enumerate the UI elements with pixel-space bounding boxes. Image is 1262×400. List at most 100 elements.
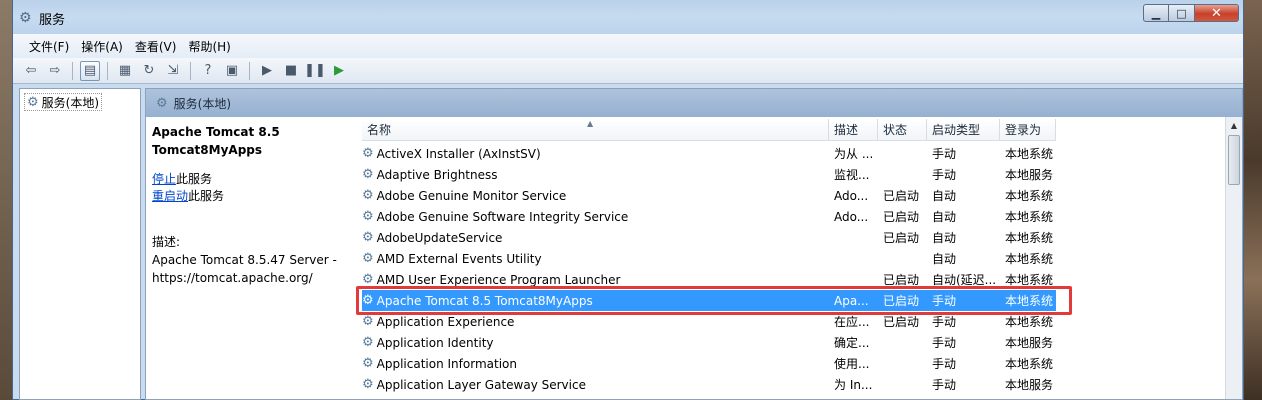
cell-name: ⚙ Adobe Genuine Monitor Service bbox=[362, 189, 829, 203]
service-name-line1: Apache Tomcat 8.5 bbox=[152, 125, 280, 139]
table-row[interactable]: ⚙ ActiveX Installer (AxInstSV) 为从 ... 手动 本地系… bbox=[362, 143, 1056, 164]
help-icon[interactable]: ? bbox=[198, 61, 218, 81]
table-row[interactable]: ⚙ AMD External Events Utility 自动 本地系统 bbox=[362, 248, 1056, 269]
menu-file[interactable]: 文件(F) bbox=[23, 38, 75, 55]
window-controls: ▁ □ ✕ bbox=[1143, 4, 1239, 22]
cell-startup-type: 手动 bbox=[932, 315, 957, 329]
cell-name: ⚙ AMD External Events Utility bbox=[362, 252, 829, 266]
cell-startup-type: 手动 bbox=[932, 294, 957, 308]
table-row[interactable]: ⚙ Adaptive Brightness 监视... 手动 本地服务 bbox=[362, 164, 1056, 185]
column-header-log-on-as[interactable]: 登录为 bbox=[1000, 119, 1056, 141]
toolbar: ⇦ ⇨ ▤ ▦ ↻ ⇲ ? ▣ ▶ ■ ❚❚ ▶ bbox=[13, 58, 1243, 84]
cell-log-on-as: 本地系统 bbox=[1005, 294, 1054, 308]
table-row[interactable]: ⚙ Application Information 使用... 手动 本地系统 bbox=[362, 353, 1056, 374]
window-title: 服务 bbox=[39, 13, 66, 28]
pause-service-icon[interactable]: ❚❚ bbox=[304, 61, 326, 81]
cell-startup-type: 自动 bbox=[932, 231, 957, 245]
stop-service-link[interactable]: 停止 bbox=[152, 172, 176, 186]
cell-name: ⚙ AdobeUpdateService bbox=[362, 231, 829, 245]
cell-startup-type: 手动 bbox=[932, 357, 957, 371]
console-tree: ⚙ 服务(本地) bbox=[19, 88, 141, 400]
menu-view[interactable]: 查看(V) bbox=[129, 38, 183, 55]
cell-description: 为 In... bbox=[834, 378, 873, 392]
cell-description: 监视... bbox=[834, 168, 870, 182]
service-gear-icon: ⚙ bbox=[362, 230, 374, 245]
menu-action[interactable]: 操作(A) bbox=[75, 38, 129, 55]
column-header-label: 名称 bbox=[367, 123, 392, 137]
services-window: ⚙ 服务 ▁ □ ✕ 文件(F) 操作(A) 查看(V) 帮助(H) ⇦ ⇨ ▤… bbox=[12, 0, 1244, 400]
table-row[interactable]: ⚙ Application Identity 确定... 手动 本地服务 bbox=[362, 332, 1056, 353]
service-gear-icon: ⚙ bbox=[362, 146, 374, 161]
scroll-up-icon[interactable]: ▲ bbox=[1226, 117, 1242, 134]
service-name-line2: Tomcat8MyApps bbox=[152, 143, 263, 157]
cell-description: Apa... bbox=[834, 293, 869, 308]
properties-icon[interactable]: ▦ bbox=[115, 61, 135, 81]
cell-log-on-as: 本地系统 bbox=[1005, 357, 1054, 371]
cell-log-on-as: 本地系统 bbox=[1005, 231, 1054, 245]
cell-startup-type: 手动 bbox=[932, 168, 957, 182]
cell-name: ⚙ Adaptive Brightness bbox=[362, 168, 829, 182]
service-name: Adobe Genuine Software Integrity Service bbox=[376, 209, 629, 224]
desktop-background-left bbox=[0, 0, 12, 400]
service-gear-icon: ⚙ bbox=[362, 356, 374, 371]
show-hide-console-tree-icon[interactable]: ▤ bbox=[80, 60, 100, 81]
column-header-status[interactable]: 状态 bbox=[878, 119, 927, 141]
services-rows: ⚙ ActiveX Installer (AxInstSV) 为从 ... 手动 本地系… bbox=[356, 143, 1072, 395]
restart-link-suffix: 此服务 bbox=[188, 189, 225, 203]
service-name: Adaptive Brightness bbox=[376, 167, 498, 182]
title-bar[interactable]: ⚙ 服务 ▁ □ ✕ bbox=[13, 0, 1243, 34]
cell-startup-type: 自动 bbox=[932, 210, 957, 224]
restart-service-icon[interactable]: ▶ bbox=[329, 61, 349, 81]
cell-name: ⚙ AMD User Experience Program Launcher bbox=[362, 273, 829, 287]
column-header-description[interactable]: 描述 bbox=[829, 119, 878, 141]
cell-name: ⚙ Adobe Genuine Software Integrity Servic… bbox=[362, 210, 829, 224]
gear-icon: ⚙ bbox=[156, 95, 168, 111]
table-row[interactable]: ⚙ AMD User Experience Program Launcher 已启动… bbox=[362, 269, 1056, 290]
export-list-icon[interactable]: ⇲ bbox=[163, 61, 183, 81]
service-gear-icon: ⚙ bbox=[362, 314, 374, 329]
scrollbar-thumb[interactable] bbox=[1228, 135, 1240, 185]
tree-item-services-local[interactable]: ⚙ 服务(本地) bbox=[24, 93, 103, 111]
cell-log-on-as: 本地服务 bbox=[1005, 336, 1054, 350]
table-row[interactable]: ⚙ Adobe Genuine Software Integrity Servic… bbox=[362, 206, 1056, 227]
table-row[interactable]: ⚙ Adobe Genuine Monitor Service Ado... 已启动自… bbox=[362, 185, 1056, 206]
table-row[interactable]: ⚙ AdobeUpdateService 已启动 自动 本地系统 bbox=[362, 227, 1056, 248]
service-gear-icon: ⚙ bbox=[362, 272, 374, 287]
back-icon[interactable]: ⇦ bbox=[21, 61, 41, 81]
start-service-icon[interactable]: ▶ bbox=[257, 61, 277, 81]
toolbar-separator bbox=[72, 61, 73, 80]
cell-description: 确定... bbox=[834, 336, 870, 350]
cell-status: 已启动 bbox=[883, 189, 920, 203]
menu-bar: 文件(F) 操作(A) 查看(V) 帮助(H) bbox=[13, 34, 1243, 58]
column-header-startup-type[interactable]: 启动类型 bbox=[927, 119, 1000, 141]
stop-service-icon[interactable]: ■ bbox=[281, 61, 301, 81]
table-row[interactable]: ⚙ Application Layer Gateway Service 为 In..… bbox=[362, 374, 1056, 395]
cell-log-on-as: 本地服务 bbox=[1005, 378, 1054, 392]
column-header-name[interactable]: 名称 ▲ bbox=[362, 119, 829, 141]
close-button[interactable]: ✕ bbox=[1195, 4, 1239, 22]
menu-help[interactable]: 帮助(H) bbox=[182, 38, 236, 55]
cell-name: ⚙ Apache Tomcat 8.5 Tomcat8MyApps bbox=[362, 294, 829, 308]
cell-name: ⚙ Application Identity bbox=[362, 336, 829, 350]
service-name: Apache Tomcat 8.5 Tomcat8MyApps bbox=[376, 293, 593, 308]
service-name: Application Identity bbox=[376, 335, 494, 350]
service-gear-icon: ⚙ bbox=[362, 335, 374, 350]
table-row[interactable]: ⚙ Application Experience 在应... 已启动 手动 本地系统 bbox=[362, 311, 1056, 332]
sort-ascending-icon: ▲ bbox=[587, 119, 594, 128]
service-gear-icon: ⚙ bbox=[362, 167, 374, 182]
description-line2: https://tomcat.apache.org/ bbox=[152, 271, 313, 285]
cell-name: ⚙ ActiveX Installer (AxInstSV) bbox=[362, 147, 829, 161]
refresh-icon[interactable]: ↻ bbox=[139, 61, 159, 81]
minimize-button[interactable]: ▁ bbox=[1143, 4, 1169, 22]
table-row-selected[interactable]: ⚙ Apache Tomcat 8.5 Tomcat8MyApps Apa... 已启… bbox=[356, 286, 1072, 315]
vertical-scrollbar[interactable]: ▲ bbox=[1225, 117, 1242, 399]
pane-header-title: 服务(本地) bbox=[173, 96, 232, 111]
forward-icon[interactable]: ⇨ bbox=[45, 61, 65, 81]
console-icon[interactable]: ▣ bbox=[222, 61, 242, 81]
toolbar-separator bbox=[107, 61, 108, 80]
restart-service-link[interactable]: 重启动 bbox=[152, 189, 188, 203]
maximize-icon: □ bbox=[1176, 6, 1187, 20]
service-gear-icon: ⚙ bbox=[362, 209, 374, 224]
maximize-button[interactable]: □ bbox=[1169, 4, 1195, 22]
minimize-icon: ▁ bbox=[1151, 6, 1161, 20]
